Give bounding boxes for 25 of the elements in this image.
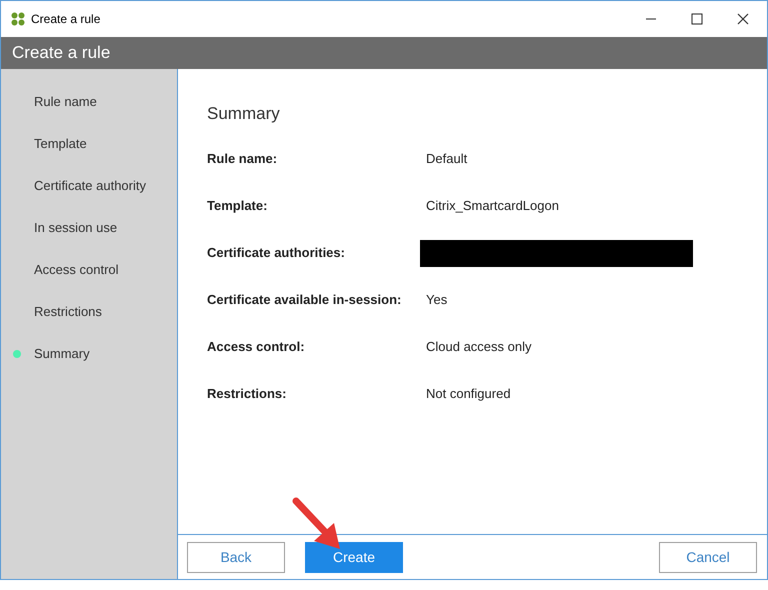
cancel-button[interactable]: Cancel (659, 542, 757, 572)
create-button[interactable]: Create (305, 542, 403, 572)
field-value: Default (426, 150, 468, 168)
app-logo-icon (11, 12, 25, 26)
field-label: Restrictions: (207, 385, 288, 404)
header-title: Create a rule (12, 42, 110, 64)
step-item[interactable]: Template (34, 134, 87, 154)
field-value: Not configured (426, 385, 511, 404)
window-title: Create a rule (31, 11, 100, 28)
step-item[interactable]: Summary (34, 344, 90, 364)
step-item[interactable]: Rule name (34, 92, 97, 112)
field-label: Certificate authorities: (207, 244, 346, 262)
field-value: Yes (426, 291, 448, 310)
step-item[interactable]: Access control (34, 260, 119, 280)
step-item[interactable]: Certificate authority (34, 176, 146, 196)
field-value: Cloud access only (426, 338, 532, 356)
back-button[interactable]: Back (187, 542, 285, 572)
field-label: Rule name: (207, 150, 278, 168)
step-item[interactable]: Restrictions (34, 302, 102, 322)
summary-title: Summary (207, 103, 281, 125)
field-label: Certificate available in-session: (207, 291, 402, 310)
step-item[interactable]: In session use (34, 218, 118, 238)
field-label: Template: (207, 197, 268, 216)
field-value: Citrix_SmartcardLogon (426, 197, 559, 216)
field-label: Access control: (207, 338, 306, 356)
